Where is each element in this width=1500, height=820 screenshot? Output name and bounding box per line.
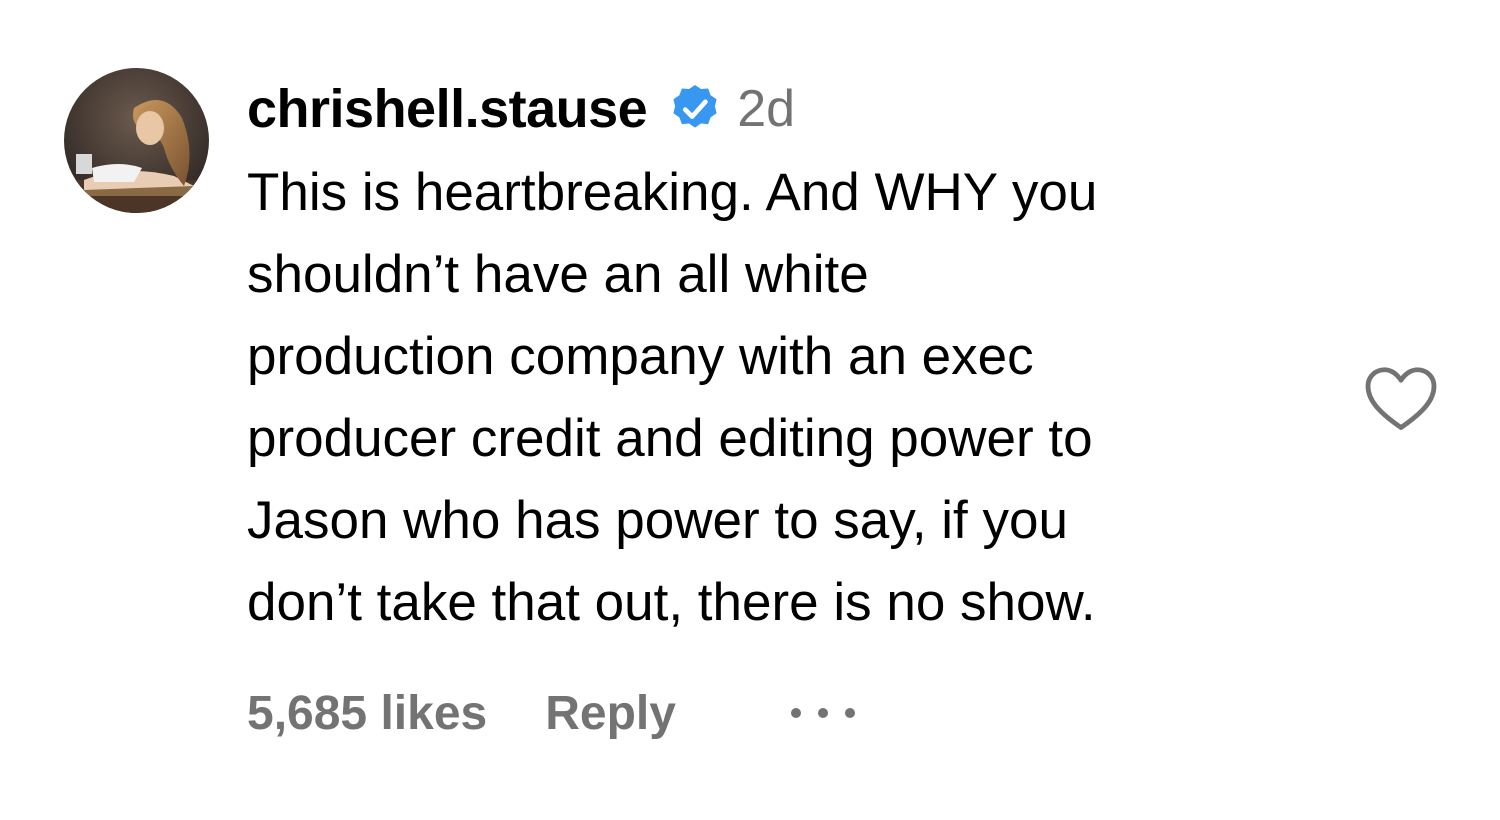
timestamp[interactable]: 2d: [737, 79, 795, 139]
likes-count-button[interactable]: 5,685 likes: [247, 686, 487, 741]
avatar-photo: [64, 68, 209, 213]
comment-text-line: don’t take that out, there is no show.: [247, 573, 1096, 632]
comment-text-line: This is heartbreaking. And WHY you: [247, 163, 1098, 222]
comment-text-line: production company with an exec: [247, 327, 1034, 386]
more-options-icon[interactable]: [788, 703, 858, 723]
avatar[interactable]: [64, 68, 209, 213]
comment: chrishell.stause 2d This is heartbreakin…: [0, 0, 1500, 820]
username[interactable]: chrishell.stause: [247, 78, 648, 140]
verified-badge-icon: [669, 83, 721, 135]
comment-text: This is heartbreaking. And WHY you shoul…: [247, 152, 1337, 644]
heart-outline-icon[interactable]: [1364, 366, 1438, 432]
comment-actions: 5,685 likes Reply: [247, 680, 858, 746]
comment-text-line: Jason who has power to say, if you: [247, 491, 1068, 550]
comment-header: chrishell.stause 2d: [247, 74, 795, 144]
reply-button[interactable]: Reply: [545, 686, 676, 741]
comment-text-line: shouldn’t have an all white: [247, 245, 869, 304]
comment-text-line: producer credit and editing power to: [247, 409, 1093, 468]
